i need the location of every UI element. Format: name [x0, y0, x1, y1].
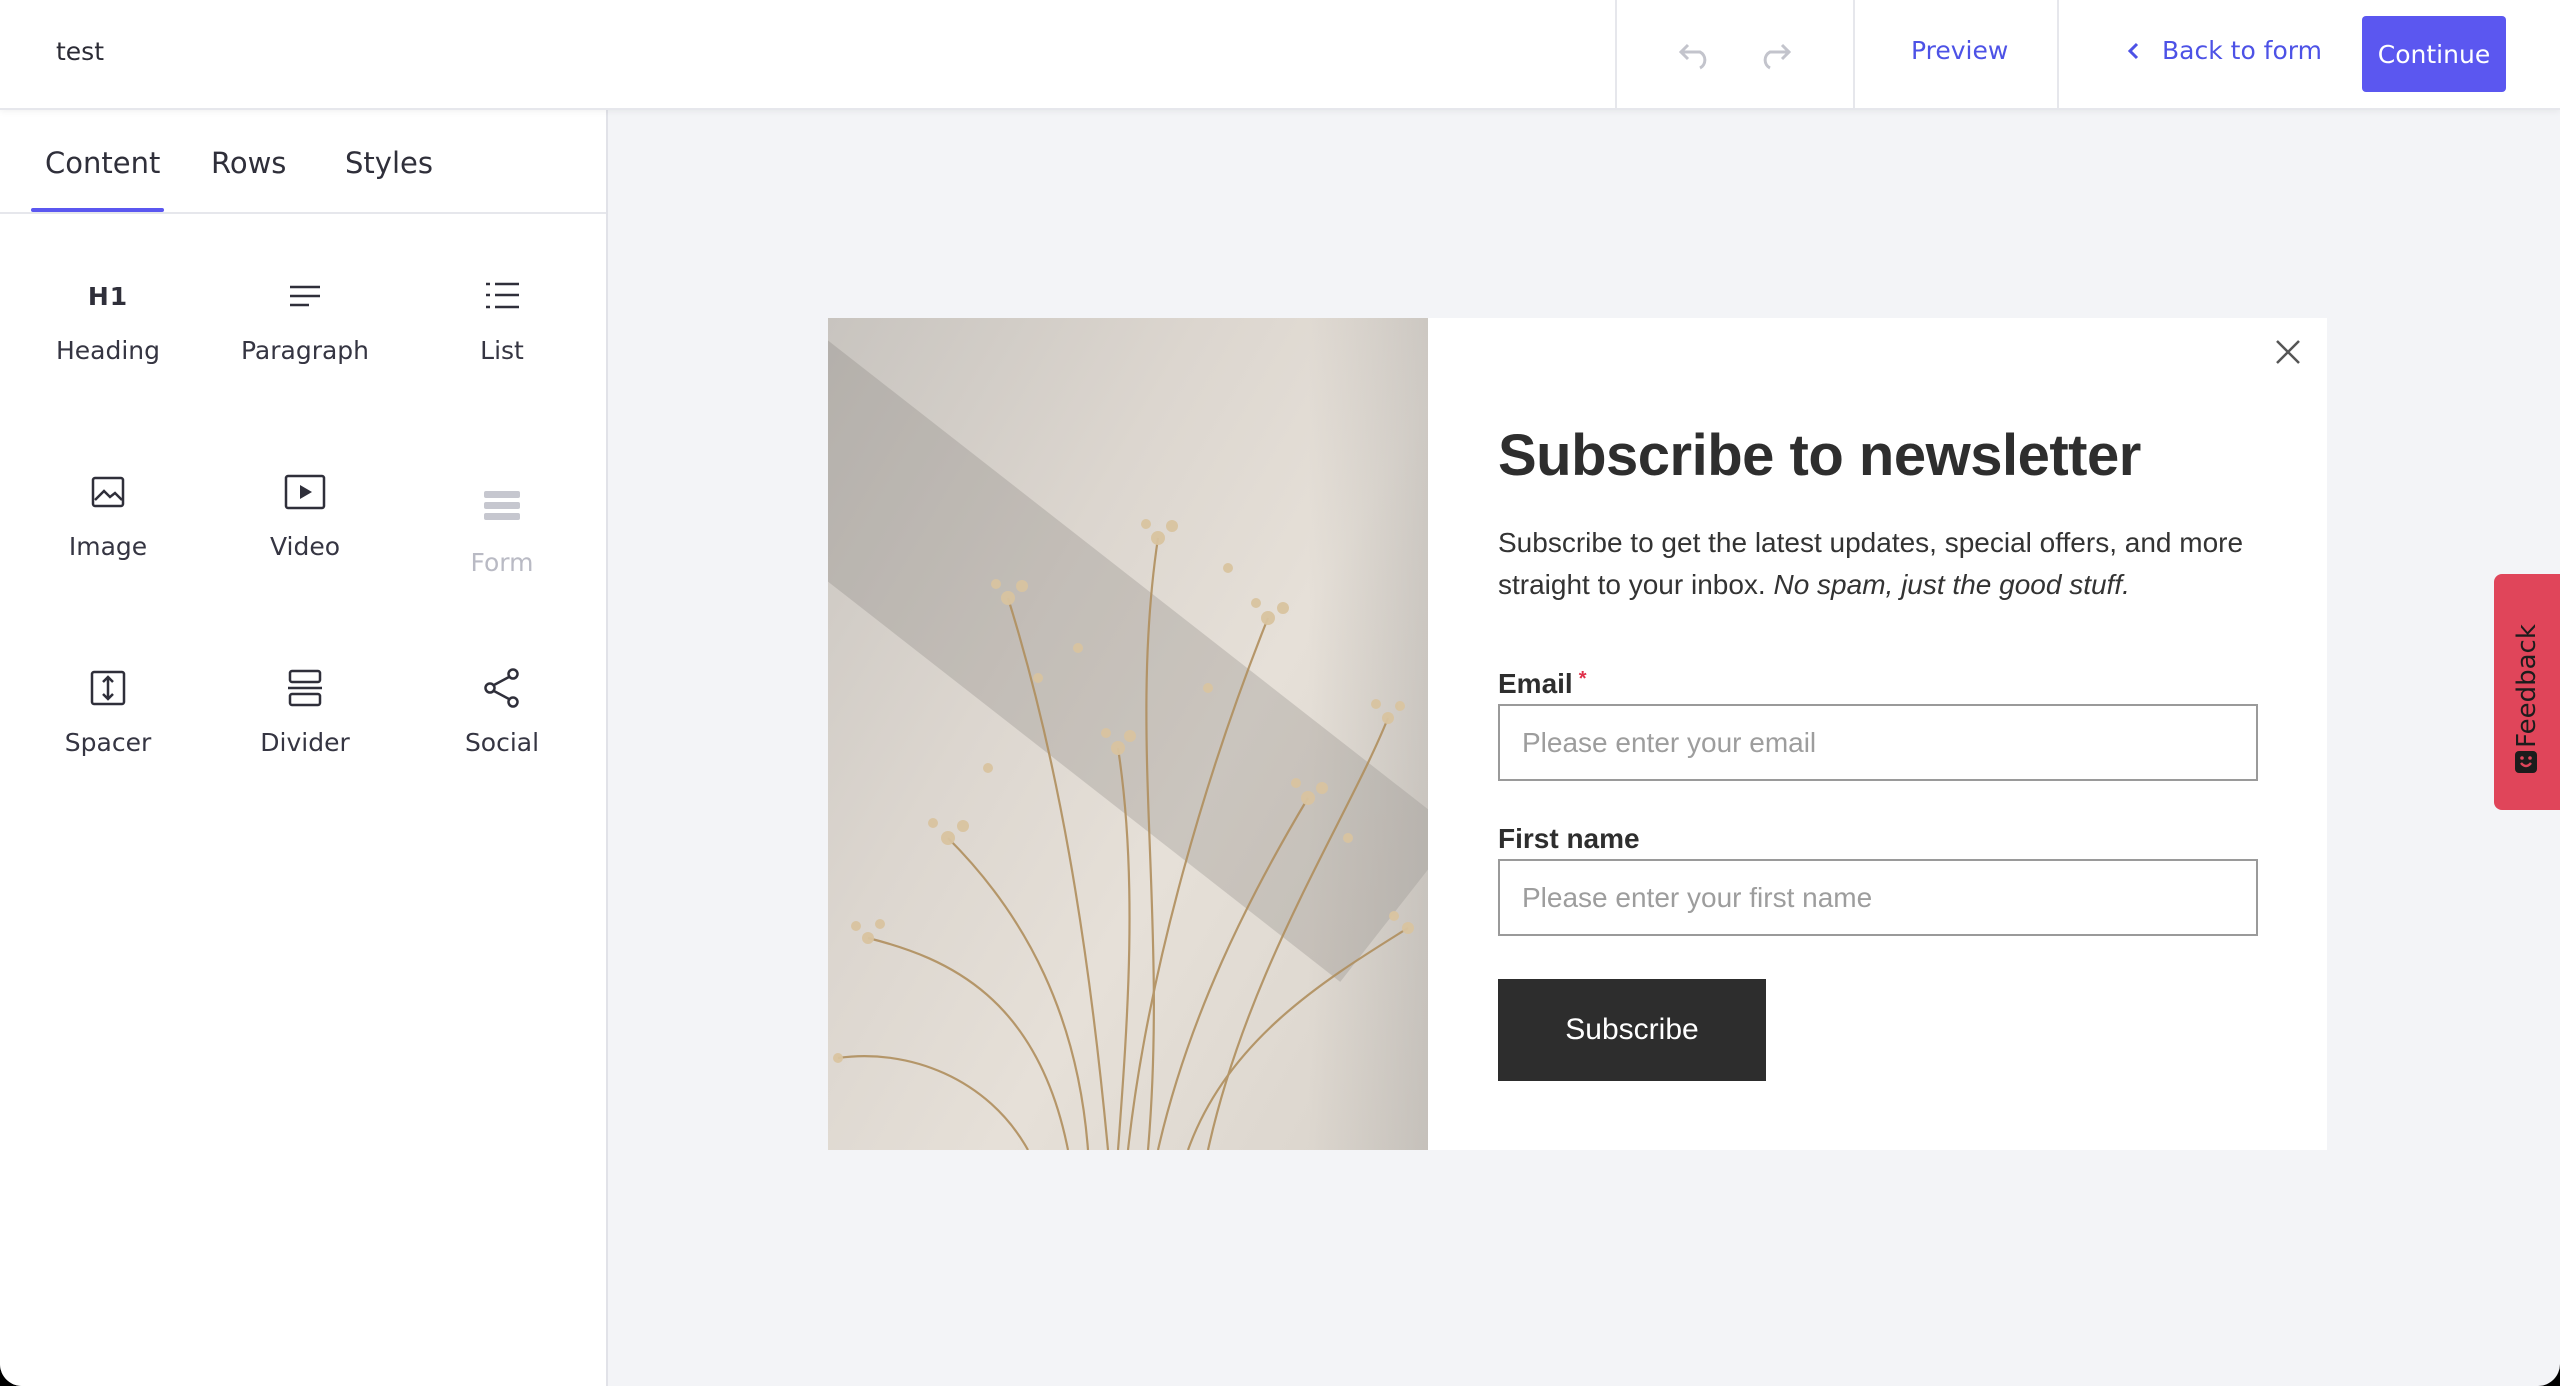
block-label: List [480, 336, 524, 365]
first-name-field[interactable] [1498, 859, 2258, 936]
block-social[interactable]: Social [404, 652, 600, 802]
app-window: test Preview Back to form Continue Conte… [0, 0, 2560, 1386]
video-icon [283, 470, 327, 514]
undo-button[interactable] [1668, 30, 1720, 80]
tab-styles[interactable]: Styles [345, 146, 433, 180]
block-label: Divider [260, 728, 350, 757]
feedback-tab[interactable]: Feedback [2494, 574, 2560, 810]
block-label: Spacer [64, 728, 152, 757]
block-label: Social [464, 728, 540, 757]
popup-title: Subscribe to newsletter [1498, 423, 2141, 488]
heading-icon: H1 [87, 281, 129, 311]
continue-button[interactable]: Continue [2362, 16, 2506, 92]
toolbar-divider [1853, 0, 1855, 110]
block-list[interactable]: List [404, 260, 600, 410]
block-paragraph[interactable]: Paragraph [207, 260, 403, 410]
document-title: test [56, 37, 105, 66]
block-label: Form [470, 548, 534, 577]
undo-icon [1678, 43, 1707, 70]
divider-icon [283, 666, 327, 710]
email-label-text: Email [1498, 668, 1573, 699]
toolbar-divider [2057, 0, 2059, 110]
tab-rows[interactable]: Rows [211, 146, 286, 180]
back-to-form-label: Back to form [2162, 36, 2322, 65]
top-bar: test Preview Back to form Continue [0, 0, 2560, 110]
subscribe-button[interactable]: Subscribe [1498, 979, 1766, 1081]
block-heading[interactable]: H1 Heading [10, 260, 206, 410]
required-mark: * [1578, 668, 1587, 690]
image-icon [86, 470, 130, 514]
sidebar: Content Rows Styles H1 Heading Paragraph… [0, 110, 608, 1386]
close-popup-button[interactable] [2268, 332, 2308, 372]
block-label: Image [68, 532, 148, 561]
preview-link[interactable]: Preview [1911, 36, 2008, 65]
paragraph-icon [283, 274, 327, 318]
close-icon [2276, 340, 2300, 364]
list-icon [480, 274, 524, 318]
sidebar-tabs: Content Rows Styles [0, 110, 606, 214]
newsletter-popup: Subscribe to newsletter Subscribe to get… [828, 318, 2327, 1150]
back-to-form-link[interactable]: Back to form [2122, 36, 2322, 65]
email-label: Email * [1498, 668, 1587, 700]
block-label: Heading [55, 336, 161, 365]
block-form: Form [404, 456, 600, 606]
chevron-left-icon [2127, 42, 2139, 59]
share-icon [480, 666, 524, 710]
spacer-icon [86, 666, 130, 710]
toolbar-divider [1615, 0, 1617, 110]
first-name-label: First name [1498, 823, 1640, 854]
email-field[interactable] [1498, 704, 2258, 781]
form-icon [480, 484, 524, 528]
block-divider[interactable]: Divider [207, 652, 403, 802]
block-image[interactable]: Image [10, 456, 206, 606]
popup-description: Subscribe to get the latest updates, spe… [1498, 522, 2258, 606]
dried-flowers-illustration [833, 519, 1414, 1150]
block-video[interactable]: Video [207, 456, 403, 606]
popup-description-italic: No spam, just the good stuff. [1773, 569, 2130, 600]
block-spacer[interactable]: Spacer [10, 652, 206, 802]
active-tab-indicator [31, 208, 164, 212]
redo-icon [1763, 43, 1792, 70]
redo-button[interactable] [1750, 30, 1802, 80]
block-label: Video [269, 532, 341, 561]
feedback-label: Feedback [2512, 624, 2542, 748]
popup-image [828, 318, 1428, 1150]
block-label: Paragraph [240, 336, 370, 365]
tab-content[interactable]: Content [45, 146, 160, 180]
smile-icon [2515, 751, 2537, 773]
